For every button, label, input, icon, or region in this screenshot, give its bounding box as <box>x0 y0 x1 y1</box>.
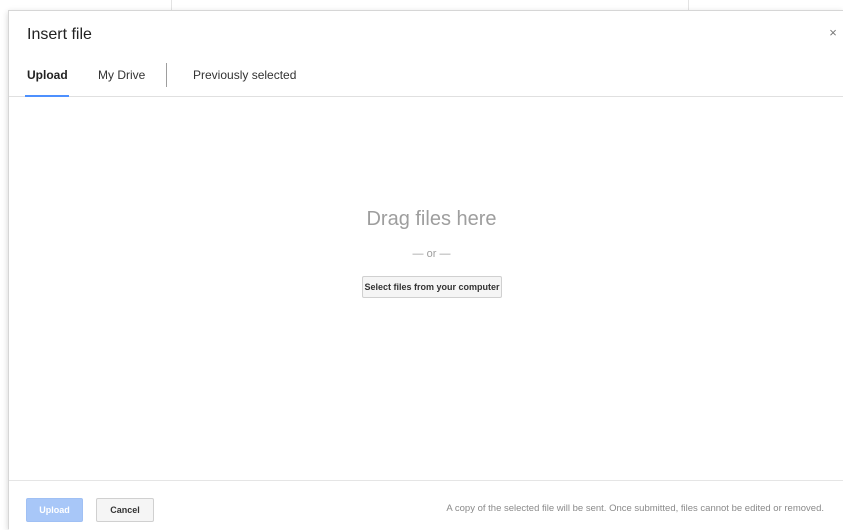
drop-zone-or-text: — or — <box>412 248 451 260</box>
tab-upload[interactable]: Upload <box>25 65 69 97</box>
footer-note: A copy of the selected file will be sent… <box>446 503 824 514</box>
dialog-footer: Upload Cancel A copy of the selected fil… <box>9 480 843 530</box>
tab-my-drive[interactable]: My Drive <box>98 65 148 97</box>
select-files-button[interactable]: Select files from your computer <box>362 276 502 298</box>
backdrop-chip-right <box>688 0 689 10</box>
tab-separator <box>166 63 167 87</box>
drop-zone-title: Drag files here <box>366 208 497 230</box>
tab-previously-selected[interactable]: Previously selected <box>193 65 303 97</box>
cancel-button[interactable]: Cancel <box>96 498 154 522</box>
drop-zone[interactable]: Drag files here — or — Select files from… <box>9 98 843 480</box>
page-backdrop <box>0 0 843 10</box>
backdrop-chip-left <box>0 0 172 10</box>
close-icon[interactable]: × <box>825 25 841 41</box>
dialog-title: Insert file <box>27 26 92 43</box>
tab-bar: Upload My Drive Previously selected <box>9 63 843 97</box>
insert-file-dialog: Insert file × Upload My Drive Previously… <box>8 10 843 530</box>
upload-button[interactable]: Upload <box>26 498 83 522</box>
